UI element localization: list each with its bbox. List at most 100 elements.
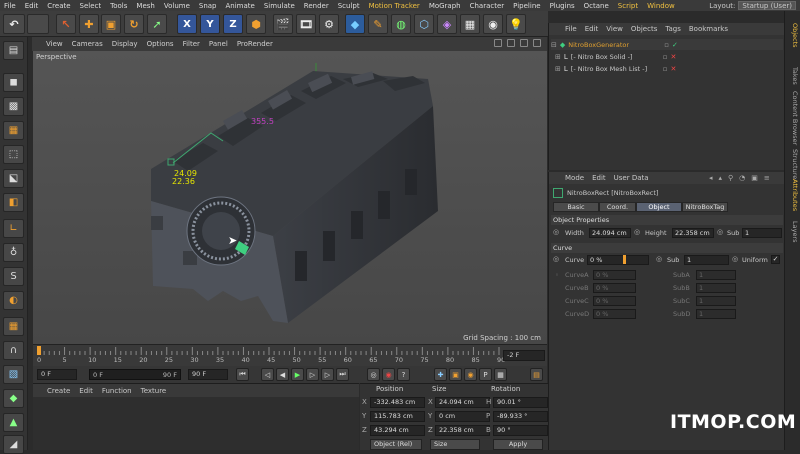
width-anim-dot-icon[interactable]: ◎ <box>553 228 559 236</box>
maximize-icon[interactable] <box>533 39 541 47</box>
object-row-solid[interactable]: ⊞ L [- Nitro Box Solid -] ▫ ✕ <box>551 51 783 62</box>
height-anim-dot-icon[interactable]: ◎ <box>634 228 640 236</box>
object-name[interactable]: [- Nitro Box Mesh List -] <box>571 65 656 73</box>
visibility-icon[interactable]: ▫ <box>663 53 668 61</box>
height-field[interactable]: 22.358 cm <box>672 228 714 238</box>
timeline-window-icon[interactable]: ▤ <box>530 368 543 381</box>
magnet-icon[interactable]: ∩ <box>3 341 24 360</box>
end-frame-field[interactable]: 90 F <box>188 369 228 380</box>
menu-motion-tracker[interactable]: Motion Tracker <box>369 2 420 10</box>
rot-b-field[interactable]: 90 ° <box>493 425 548 436</box>
menu-sculpt[interactable]: Sculpt <box>338 2 360 10</box>
curve-anim-dot-icon[interactable]: ◎ <box>553 255 559 263</box>
object-row-generator[interactable]: ⊟ ◆ NitroBoxGenerator ▫ ✓ <box>551 39 783 50</box>
timeline-ruler[interactable]: 0 5 10 15 20 25 30 35 40 45 50 55 60 65 70 75 80 85 90 -2 … <box>33 344 547 366</box>
menu-select[interactable]: Select <box>80 2 102 10</box>
viewport-menu-cameras[interactable]: Cameras <box>72 40 103 48</box>
keyframe-selection-icon[interactable]: ? <box>397 368 410 381</box>
pos-x-field[interactable]: -332.483 cm <box>370 397 425 408</box>
z-axis-lock-button[interactable]: Z <box>223 14 243 34</box>
material-menu-edit[interactable]: Edit <box>79 387 93 395</box>
pos-z-field[interactable]: 43.294 cm <box>370 425 425 436</box>
rot-h-field[interactable]: 90.01 ° <box>493 397 548 408</box>
new-panel-icon[interactable]: ▣ <box>751 174 758 182</box>
apply-button[interactable]: Apply <box>493 439 543 450</box>
perspective-viewport[interactable]: Perspective 24.09 22.36 355.5 Grid Spaci… <box>33 51 547 344</box>
uniform-anim-dot-icon[interactable]: ◎ <box>732 255 738 263</box>
render-picture-viewer-icon[interactable]: 🎞 <box>296 14 316 34</box>
visibility-icon[interactable]: ▫ <box>664 41 669 49</box>
up-arrow-icon[interactable]: ▴ <box>719 174 723 182</box>
grid-icon[interactable]: ▦ <box>3 317 24 336</box>
side-tab-takes[interactable]: Takes <box>787 67 799 85</box>
mesh-icon[interactable]: ▧ <box>3 365 24 384</box>
redo-icon[interactable] <box>27 14 49 34</box>
model-mode-icon[interactable]: ◼ <box>3 73 24 92</box>
width-field[interactable]: 24.094 cm <box>589 228 631 238</box>
tab-basic[interactable]: Basic <box>553 202 599 212</box>
autokey-icon[interactable]: ◉ <box>382 368 395 381</box>
make-editable-icon[interactable]: ▤ <box>3 41 24 60</box>
attrmenu-user-data[interactable]: User Data <box>614 174 649 182</box>
menu-pipeline[interactable]: Pipeline <box>513 2 540 10</box>
pla-key-icon[interactable]: ▦ <box>494 368 507 381</box>
next-frame-icon[interactable]: ▷ <box>306 368 319 381</box>
tab-nitroboxtag[interactable]: NitroBoxTag <box>682 202 728 212</box>
menu-plugins[interactable]: Plugins <box>550 2 575 10</box>
menu-window[interactable]: Window <box>647 2 675 10</box>
viewport-menu-panel[interactable]: Panel <box>209 40 228 48</box>
menu-create[interactable]: Create <box>47 2 70 10</box>
rot-p-field[interactable]: -89.933 ° <box>493 411 548 422</box>
rotate-icon[interactable]: ↻ <box>124 14 144 34</box>
current-frame-field[interactable]: -2 F <box>503 350 545 361</box>
scale-key-icon[interactable]: ▣ <box>449 368 462 381</box>
curve-sub-anim-dot-icon[interactable]: ◎ <box>656 255 662 263</box>
disabled-icon[interactable]: ✕ <box>671 65 677 73</box>
material-menu-function[interactable]: Function <box>102 387 132 395</box>
object-row-mesh-list[interactable]: ⊞ L [- Nitro Box Mesh List -] ▫ ✕ <box>551 63 783 74</box>
cube-icon[interactable]: ◆ <box>345 14 365 34</box>
objmenu-objects[interactable]: Objects <box>631 25 657 33</box>
y-axis-lock-button[interactable]: Y <box>200 14 220 34</box>
render-view-icon[interactable]: 🎬 <box>273 14 293 34</box>
objmenu-bookmarks[interactable]: Bookmarks <box>689 25 728 33</box>
size-z-field[interactable]: 22.358 cm <box>435 425 490 436</box>
objmenu-file[interactable]: File <box>565 25 577 33</box>
side-tab-layers[interactable]: Layers <box>787 221 799 243</box>
workplane-icon[interactable]: ▦ <box>3 121 24 140</box>
solo-icon[interactable]: S <box>3 267 24 286</box>
side-tab-structure[interactable]: Structure <box>787 149 799 179</box>
menu-simulate[interactable]: Simulate <box>264 2 295 10</box>
menu-icon[interactable]: ≡ <box>764 174 770 182</box>
menu-character[interactable]: Character <box>470 2 505 10</box>
object-name[interactable]: [- Nitro Box Solid -] <box>571 53 656 61</box>
position-key-icon[interactable]: ✚ <box>434 368 447 381</box>
viewport-menu-view[interactable]: View <box>46 40 63 48</box>
lock-icon[interactable]: ⚲ <box>728 174 733 182</box>
uniform-checkbox[interactable]: ✓ <box>771 255 780 264</box>
orbit-icon[interactable] <box>520 39 528 47</box>
attrmenu-mode[interactable]: Mode <box>565 174 584 182</box>
pan-icon[interactable] <box>494 39 502 47</box>
texture-mode-icon[interactable]: ▩ <box>3 97 24 116</box>
subdivision-icon[interactable]: ◍ <box>391 14 411 34</box>
polygons-mode-icon[interactable]: ◧ <box>3 193 24 212</box>
render-settings-icon[interactable]: ⚙ <box>319 14 339 34</box>
side-tab-content-browser[interactable]: Content Browser <box>787 91 799 145</box>
next-key-icon[interactable]: ▷ <box>321 368 334 381</box>
menu-snap[interactable]: Snap <box>199 2 217 10</box>
sub-anim-dot-icon[interactable]: ◎ <box>717 228 723 236</box>
sculpt-icon[interactable]: ▲ <box>3 413 24 432</box>
recent-tool-icon[interactable]: ➚ <box>147 14 167 34</box>
visibility-icon[interactable]: ▫ <box>663 65 668 73</box>
deformer-icon[interactable]: ◈ <box>437 14 457 34</box>
tweak-mode-icon[interactable]: ♁ <box>3 243 24 262</box>
play-icon[interactable]: ▶ <box>291 368 304 381</box>
scale-icon[interactable]: ▣ <box>101 14 121 34</box>
zoom-icon[interactable] <box>507 39 515 47</box>
history-icon[interactable]: ◔ <box>739 174 745 182</box>
expand-icon[interactable]: ⊞ <box>555 53 561 61</box>
tab-object[interactable]: Object <box>636 202 682 212</box>
go-to-end-icon[interactable]: ⏭ <box>336 368 349 381</box>
live-select-icon[interactable]: ↖ <box>56 14 76 34</box>
